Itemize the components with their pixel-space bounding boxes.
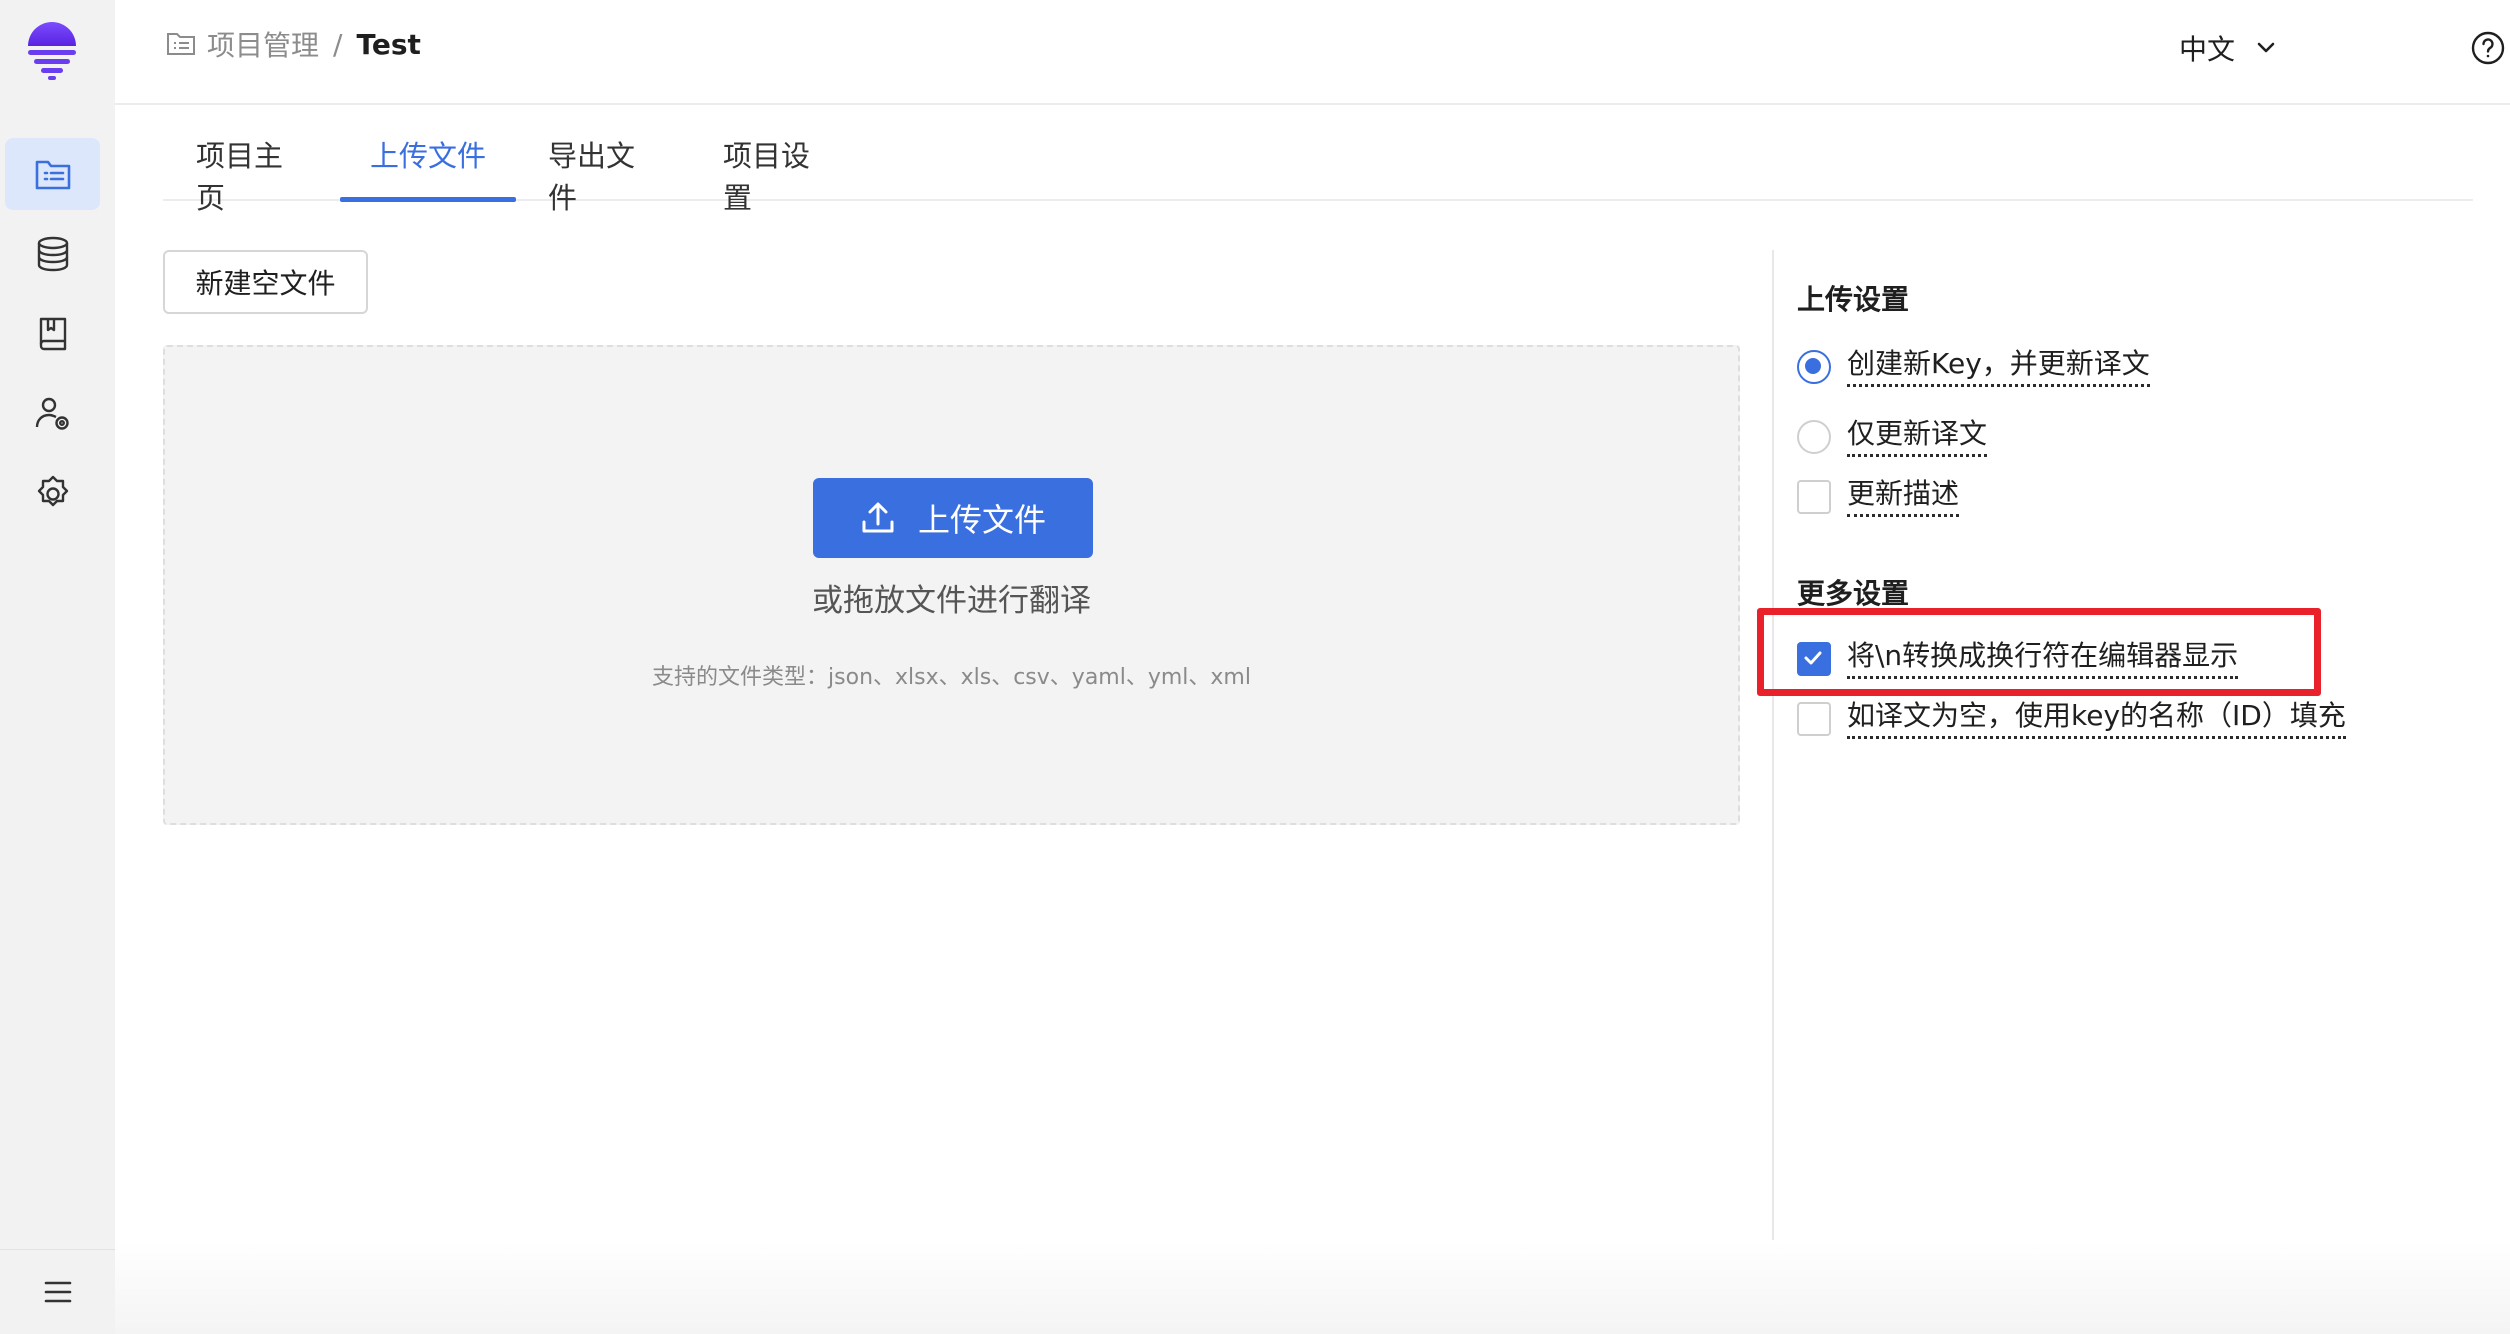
tab-label: 项目主页 [196, 139, 284, 215]
nav-settings[interactable] [5, 458, 100, 530]
option-label: 更新描述 [1847, 476, 1960, 517]
language-selector[interactable]: 中文 [2179, 28, 2279, 68]
upload-icon [862, 502, 894, 533]
new-empty-file-button[interactable]: 新建空文件 [163, 250, 368, 314]
upload-file-button[interactable]: 上传文件 [813, 478, 1093, 558]
active-tab-indicator [340, 197, 516, 202]
user-settings-icon [35, 397, 69, 430]
option-update-only[interactable]: 仅更新译文 [1797, 416, 1988, 457]
drop-hint: 或拖放文件进行翻译 [812, 583, 1091, 619]
tab-project-settings[interactable]: 项目设置 [723, 133, 833, 215]
gear-icon [37, 475, 68, 507]
option-create-key[interactable]: 创建新Key，并更新译文 [1797, 346, 2150, 387]
checkbox-fill-empty-with-key[interactable] [1797, 701, 1831, 736]
language-label: 中文 [2179, 33, 2236, 66]
upload-button-label: 上传文件 [917, 501, 1046, 539]
nav-members[interactable] [5, 378, 100, 450]
menu-icon[interactable] [41, 1275, 75, 1309]
option-label: 创建新Key，并更新译文 [1847, 346, 2150, 387]
nav-glossary[interactable] [5, 298, 100, 370]
rail-bottom [0, 1249, 115, 1334]
tab-upload-files[interactable]: 上传文件 [340, 133, 516, 201]
logo-icon[interactable] [26, 22, 78, 80]
tab-label: 导出文件 [548, 139, 636, 215]
option-label: 如译文为空，使用key的名称（ID）填充 [1847, 698, 2346, 739]
upload-settings-title: 上传设置 [1797, 283, 1910, 316]
option-label: 仅更新译文 [1847, 416, 1988, 457]
radio-update-only[interactable] [1797, 419, 1831, 454]
breadcrumb-parent[interactable]: 项目管理 [207, 24, 319, 64]
bottom-fade [115, 1240, 2510, 1334]
top-header: 项目管理 / Test 中文 [115, 0, 2510, 105]
chevron-down-icon [2257, 42, 2275, 53]
nav-projects[interactable] [5, 138, 100, 210]
folder-icon [167, 33, 195, 55]
checkbox-update-description[interactable] [1797, 479, 1831, 514]
tab-label: 上传文件 [369, 139, 486, 173]
nav-database[interactable] [5, 218, 100, 290]
radio-create-key[interactable] [1797, 349, 1831, 384]
breadcrumb-separator: / [333, 27, 343, 61]
more-settings-title: 更多设置 [1797, 577, 1910, 610]
database-icon [37, 236, 68, 272]
tab-bar: 项目主页 上传文件 导出文件 项目设置 [163, 105, 2473, 215]
option-update-description[interactable]: 更新描述 [1797, 476, 1960, 517]
supported-types-hint: 支持的文件类型：json、xlsx、xls、csv、yaml、yml、xml [652, 665, 1251, 690]
breadcrumb-current: Test [356, 27, 421, 61]
tab-project-home[interactable]: 项目主页 [196, 133, 306, 215]
project-list-icon [35, 160, 70, 190]
left-rail [0, 0, 115, 1334]
help-icon[interactable] [2470, 30, 2506, 66]
highlight-annotation-box [1757, 608, 2321, 696]
breadcrumb: 项目管理 / Test [165, 24, 421, 64]
tab-export-files[interactable]: 导出文件 [548, 133, 658, 215]
option-fill-empty-with-key[interactable]: 如译文为空，使用key的名称（ID）填充 [1797, 698, 2346, 739]
file-dropzone[interactable]: 上传文件 或拖放文件进行翻译 支持的文件类型：json、xlsx、xls、csv… [163, 345, 1740, 825]
book-icon [39, 317, 66, 351]
tab-label: 项目设置 [723, 139, 811, 215]
panel-divider [1772, 250, 1774, 1334]
